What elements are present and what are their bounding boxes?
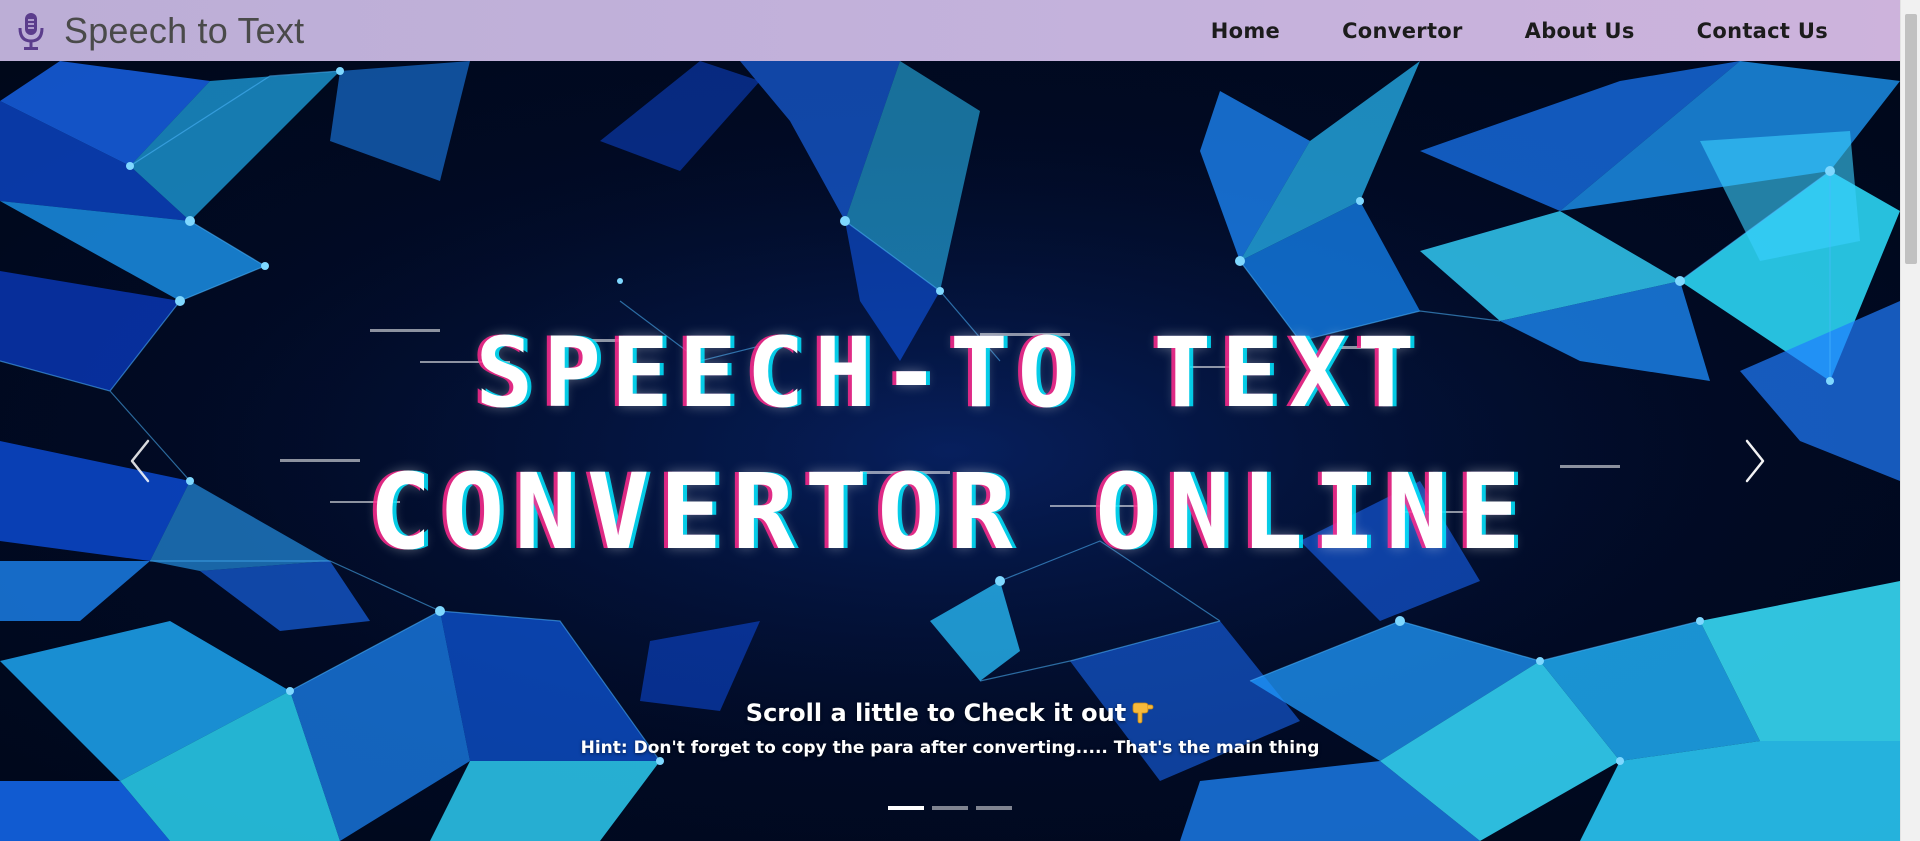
carousel-next-button[interactable]: [1725, 421, 1785, 501]
carousel-indicator-3[interactable]: [976, 806, 1012, 810]
carousel-caption-title: Scroll a little to Check it out: [0, 699, 1900, 727]
nav-link-convertor[interactable]: Convertor: [1342, 19, 1463, 43]
caption-title-text: Scroll a little to Check it out: [745, 699, 1127, 727]
brand[interactable]: Speech to Text: [16, 10, 304, 52]
pointing-down-hand-icon: [1130, 700, 1154, 724]
page-scrollbar[interactable]: [1900, 0, 1920, 841]
carousel-caption-hint: Hint: Don't forget to copy the para afte…: [580, 738, 1320, 758]
headline-line-1: SPEECH-TO TEXT: [475, 317, 1425, 429]
chevron-right-icon: [1725, 439, 1785, 505]
nav-links: Home Convertor About Us Contact Us: [1149, 0, 1828, 61]
nav-link-contact-us[interactable]: Contact Us: [1697, 19, 1828, 43]
hero-carousel: SPEECH-TO TEXT CONVERTOR ONLINE Scroll a…: [0, 61, 1900, 841]
carousel-indicators: [0, 806, 1900, 810]
carousel-indicator-1[interactable]: [888, 806, 924, 810]
nav-link-about-us[interactable]: About Us: [1525, 19, 1635, 43]
carousel-indicator-2[interactable]: [932, 806, 968, 810]
carousel-prev-button[interactable]: [110, 421, 170, 501]
brand-title: Speech to Text: [64, 9, 305, 51]
navbar: Speech to Text Home Convertor About Us C…: [0, 0, 1900, 61]
chevron-left-icon: [110, 439, 170, 505]
nav-link-home[interactable]: Home: [1211, 19, 1280, 43]
scrollbar-thumb[interactable]: [1905, 14, 1917, 264]
headline-line-2: CONVERTOR ONLINE: [369, 451, 1531, 573]
microphone-icon: [16, 11, 46, 51]
